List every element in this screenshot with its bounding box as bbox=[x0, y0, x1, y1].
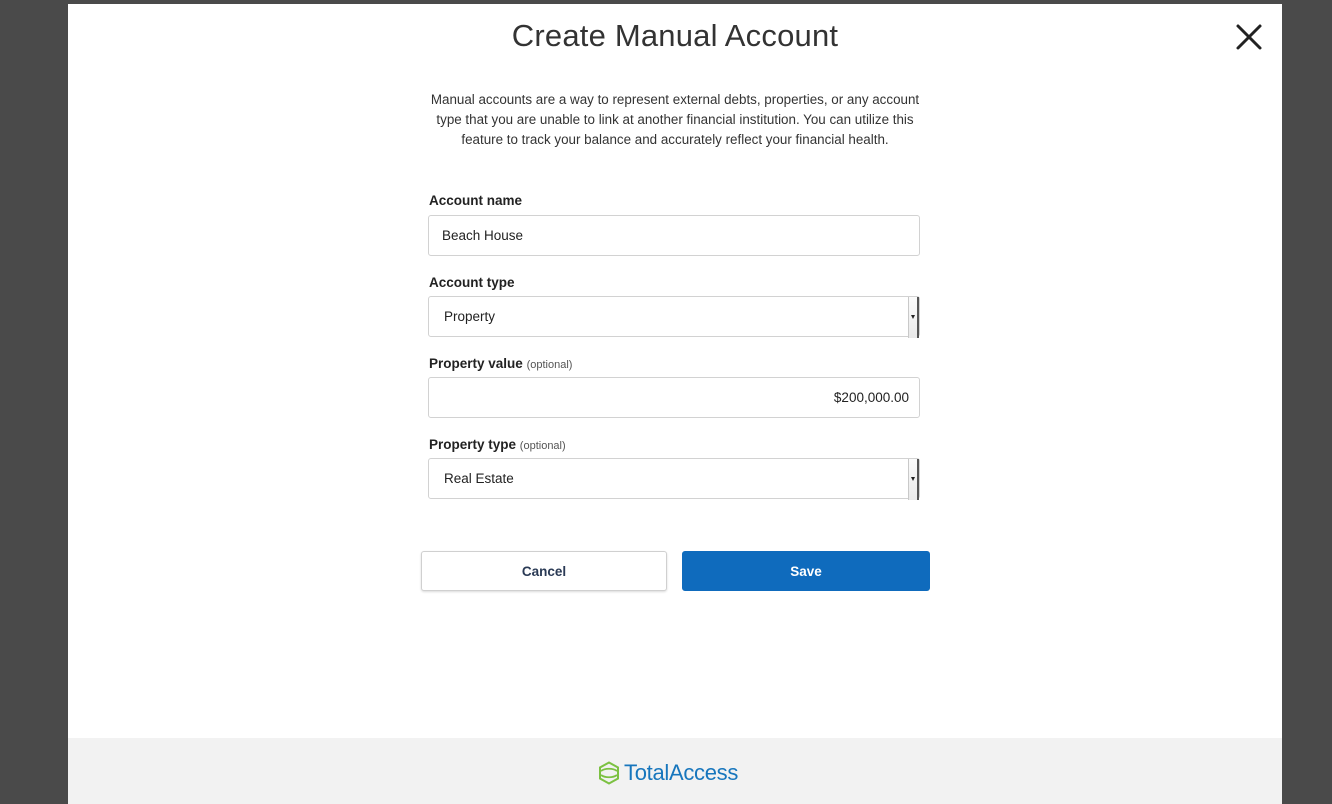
brand-name: TotalAccess bbox=[624, 760, 739, 785]
account-name-label: Account name bbox=[429, 193, 523, 208]
chevron-down-icon bbox=[908, 459, 919, 500]
account-type-label: Account type bbox=[429, 275, 515, 290]
account-type-select[interactable]: Property bbox=[428, 296, 920, 338]
property-value-label: Property value (optional) bbox=[429, 356, 572, 371]
dialog-title: Create Manual Account bbox=[511, 18, 839, 53]
save-button[interactable]: Save bbox=[682, 551, 930, 591]
account-name-input[interactable]: Beach House bbox=[428, 215, 920, 256]
property-value-label-text: Property value bbox=[429, 356, 523, 371]
account-type-value: Property bbox=[444, 309, 496, 324]
create-manual-account-dialog: Create Manual Account Manual accounts ar… bbox=[68, 4, 1282, 804]
brand-logo: TotalAccess bbox=[598, 758, 738, 788]
optional-hint: (optional) bbox=[519, 440, 566, 452]
property-type-label: Property type (optional) bbox=[429, 437, 566, 452]
dialog-footer: TotalAccess bbox=[68, 738, 1282, 804]
property-value-input[interactable]: $200,000.00 bbox=[428, 377, 920, 418]
property-type-label-text: Property type bbox=[429, 437, 517, 452]
property-value-value: $200,000.00 bbox=[833, 390, 909, 405]
optional-hint: (optional) bbox=[526, 359, 573, 371]
property-type-value: Real Estate bbox=[444, 471, 514, 486]
chevron-down-icon bbox=[908, 297, 919, 338]
cancel-button[interactable]: Cancel bbox=[421, 551, 667, 591]
totalaccess-logo-icon bbox=[599, 761, 619, 785]
dialog-description: Manual accounts are a way to represent e… bbox=[430, 92, 920, 147]
property-type-select[interactable]: Real Estate bbox=[428, 458, 920, 500]
account-name-value: Beach House bbox=[442, 228, 524, 243]
